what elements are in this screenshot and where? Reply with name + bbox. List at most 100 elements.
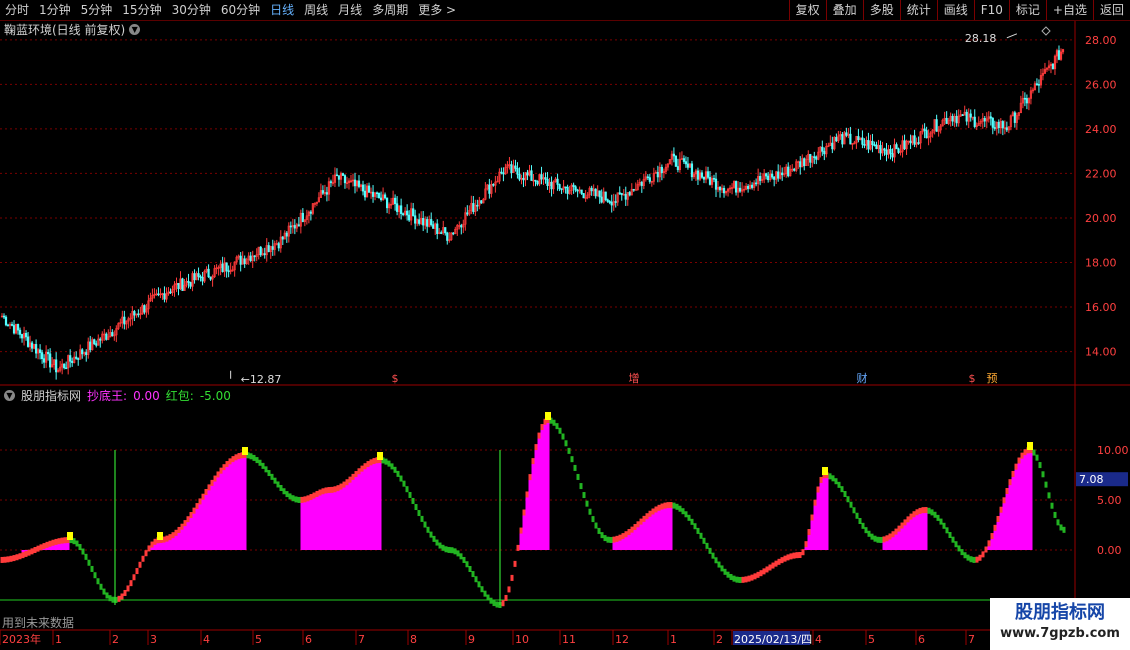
candle-body <box>89 341 92 350</box>
oscillator-block <box>279 485 283 491</box>
candle-body <box>510 164 513 174</box>
xaxis-label-17: 5 <box>868 633 875 646</box>
oscillator-block <box>867 530 871 537</box>
histogram-bar <box>195 506 199 550</box>
candle-body <box>488 184 491 194</box>
candle-body <box>600 196 603 203</box>
candle-body <box>712 178 716 180</box>
xaxis-label-12: 12 <box>615 633 629 646</box>
oscillator-block <box>666 502 670 509</box>
histogram-bar <box>228 461 232 550</box>
oscillator-block <box>408 491 412 498</box>
histogram-bar <box>231 459 235 550</box>
oscillator-block <box>1050 502 1054 509</box>
future-data-note: 用到未来数据 <box>2 616 75 630</box>
candlestick-group <box>0 45 1065 380</box>
candle-body <box>606 199 609 202</box>
oscillator-block <box>237 453 241 460</box>
oscillator-block <box>306 495 310 502</box>
candle-body <box>12 325 16 334</box>
oscillator-block <box>1059 524 1063 531</box>
oscillator-block <box>405 486 409 493</box>
candle-body <box>363 190 367 198</box>
oscillator-block <box>885 535 889 542</box>
price-tick-label: 26.00 <box>1085 78 1117 91</box>
candle-body <box>6 324 10 327</box>
histogram-bar <box>666 505 670 550</box>
histogram-bar <box>309 497 313 550</box>
oscillator-block <box>888 533 892 540</box>
candle-body <box>684 161 688 165</box>
oscillator-block <box>84 553 88 560</box>
oscillator-block <box>507 586 511 593</box>
oscillator-block <box>840 486 844 493</box>
oscillator-block <box>60 537 64 544</box>
candle-body <box>714 178 718 190</box>
oscillator-block <box>54 538 58 545</box>
oscillator-block <box>654 506 658 513</box>
candle-body <box>574 186 577 191</box>
histogram-bar <box>177 529 181 550</box>
oscillator-block <box>1011 470 1015 477</box>
histogram-bar <box>1005 491 1009 550</box>
oscillator-block <box>345 479 349 486</box>
oscillator-block <box>519 527 523 534</box>
oscillator-block <box>270 473 274 480</box>
oscillator-block <box>78 544 82 551</box>
oscillator-block <box>789 553 793 560</box>
xaxis-label-16: 4 <box>815 633 822 646</box>
oscillator-block <box>1023 449 1027 456</box>
candle-body <box>767 175 770 181</box>
candle-body <box>1001 121 1004 129</box>
oscillator-block <box>870 533 874 540</box>
oscillator-block <box>390 463 394 470</box>
oscillator-block <box>804 541 808 548</box>
candle-body <box>700 172 704 178</box>
candle-body <box>913 135 916 145</box>
histogram-bar <box>528 477 532 550</box>
chart-canvas[interactable]: 28.0026.0024.0022.0020.0018.0016.0014.00… <box>0 0 1130 650</box>
histogram-bar <box>543 421 547 550</box>
candle-body <box>426 219 429 227</box>
candle-body <box>440 232 443 234</box>
oscillator-block <box>633 524 637 531</box>
oscillator-block <box>489 597 493 604</box>
oscillator-block <box>747 575 751 582</box>
candle-body <box>10 324 14 326</box>
candle-body <box>446 232 449 241</box>
oscillator-block <box>219 467 223 474</box>
oscillator-block <box>108 595 112 602</box>
oscillator-block <box>9 555 13 562</box>
histogram-bar <box>822 475 826 550</box>
histogram-bar <box>1002 500 1006 550</box>
candle-body <box>343 175 347 184</box>
candle-body <box>285 232 288 237</box>
histogram-bar <box>216 474 220 550</box>
oscillator-block <box>117 595 121 602</box>
candle-body <box>706 171 710 178</box>
candle-body <box>271 246 274 250</box>
oscillator-block <box>129 580 133 587</box>
oscillator-block <box>987 540 991 547</box>
oscillator-block <box>360 465 364 472</box>
oscillator-block <box>321 488 325 495</box>
oscillator-block <box>252 454 256 461</box>
oscillator-block <box>639 518 643 525</box>
candle-body <box>620 193 623 195</box>
oscillator-block <box>711 552 715 559</box>
oscillator-block <box>573 464 577 471</box>
candle-body <box>857 136 860 141</box>
oscillator-block <box>483 590 487 597</box>
histogram-bar <box>657 507 661 550</box>
candle-body <box>945 117 948 124</box>
oscillator-block <box>90 565 94 572</box>
price-tick-label: 16.00 <box>1085 301 1117 314</box>
candle-body <box>259 246 262 256</box>
oscillator-block <box>597 527 601 534</box>
candle-body <box>341 173 345 176</box>
oscillator-block <box>1005 488 1009 495</box>
peak-cap <box>242 447 248 455</box>
oscillator-block <box>999 506 1003 513</box>
candle-body <box>897 148 900 153</box>
oscillator-block <box>963 552 967 559</box>
